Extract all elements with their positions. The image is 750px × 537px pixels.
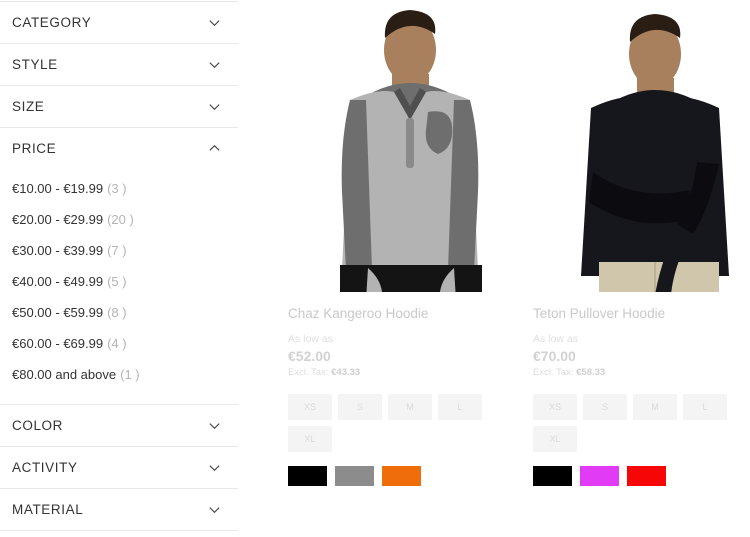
size-swatch-group: XS S M L XL — [288, 394, 510, 452]
size-swatch-s[interactable]: S — [583, 394, 627, 420]
product-grid-area: Chaz Kangeroo Hoodie As low as €52.00 Ex… — [238, 0, 750, 537]
filter-block-style: STYLE — [0, 43, 238, 85]
size-swatch-s[interactable]: S — [338, 394, 382, 420]
price-option[interactable]: €80.00 and above (1 ) — [12, 359, 238, 390]
chevron-down-icon[interactable] — [207, 99, 222, 114]
product-card: Chaz Kangeroo Hoodie As low as €52.00 Ex… — [288, 0, 533, 486]
product-image-teton-pullover-hoodie[interactable] — [533, 0, 750, 292]
as-low-as-label: As low as — [288, 333, 333, 345]
price-range-label: €60.00 - €69.99 — [12, 336, 104, 351]
chevron-down-icon[interactable] — [207, 15, 222, 30]
filter-header-color[interactable]: COLOR — [0, 405, 238, 446]
excl-tax-line: Excl. Tax: €43.33 — [288, 367, 533, 378]
filter-header-style[interactable]: STYLE — [0, 44, 238, 85]
filter-label-activity: ACTIVITY — [12, 460, 78, 475]
price-option[interactable]: €60.00 - €69.99 (4 ) — [12, 328, 238, 359]
price-option[interactable]: €40.00 - €49.99 (5 ) — [12, 266, 238, 297]
color-swatch-orange[interactable] — [382, 466, 421, 486]
color-swatch-red[interactable] — [627, 466, 666, 486]
filter-label-category: CATEGORY — [12, 15, 92, 30]
filter-label-material: MATERIAL — [12, 502, 84, 517]
size-swatch-m[interactable]: M — [633, 394, 677, 420]
chevron-down-icon[interactable] — [207, 460, 222, 475]
size-swatch-m[interactable]: M — [388, 394, 432, 420]
product-title[interactable]: Chaz Kangeroo Hoodie — [288, 306, 533, 321]
price-range-count: (4 ) — [107, 336, 127, 351]
color-swatch-gray[interactable] — [335, 466, 374, 486]
price-range-label: €50.00 - €59.99 — [12, 305, 104, 320]
excl-tax-value: €58.33 — [576, 367, 606, 378]
excl-tax-label: Excl. Tax: — [288, 367, 329, 378]
filter-label-size: SIZE — [12, 99, 45, 114]
price-option[interactable]: €50.00 - €59.99 (8 ) — [12, 297, 238, 328]
color-swatch-black[interactable] — [288, 466, 327, 486]
filter-label-price: PRICE — [12, 141, 57, 156]
product-image-chaz-kangeroo-hoodie[interactable] — [288, 0, 533, 292]
chevron-down-icon[interactable] — [207, 502, 222, 517]
filter-header-size[interactable]: SIZE — [0, 86, 238, 127]
price-range-label: €80.00 and above — [12, 367, 117, 382]
price-range-label: €10.00 - €19.99 — [12, 181, 104, 196]
filter-block-activity: ACTIVITY — [0, 446, 238, 488]
chevron-up-icon[interactable] — [207, 141, 222, 156]
price-range-count: (7 ) — [107, 243, 127, 258]
size-swatch-xl[interactable]: XL — [533, 426, 577, 452]
color-swatch-black[interactable] — [533, 466, 572, 486]
filter-header-price[interactable]: PRICE — [0, 128, 238, 169]
product-price: €52.00 — [288, 348, 331, 364]
filter-block-material: MATERIAL — [0, 488, 238, 531]
size-swatch-xs[interactable]: XS — [533, 394, 577, 420]
price-range-label: €20.00 - €29.99 — [12, 212, 104, 227]
excl-tax-line: Excl. Tax: €58.33 — [533, 367, 750, 378]
product-grid: Chaz Kangeroo Hoodie As low as €52.00 Ex… — [288, 0, 750, 486]
filter-header-category[interactable]: CATEGORY — [0, 2, 238, 43]
color-swatch-group — [533, 466, 750, 486]
excl-tax-value: €43.33 — [331, 367, 361, 378]
price-range-count: (5 ) — [107, 274, 127, 289]
filter-block-size: SIZE — [0, 85, 238, 127]
filter-block-category: CATEGORY — [0, 1, 238, 43]
price-range-count: (1 ) — [120, 367, 140, 382]
size-swatch-xs[interactable]: XS — [288, 394, 332, 420]
filter-label-style: STYLE — [12, 57, 58, 72]
filter-block-color: COLOR — [0, 404, 238, 446]
size-swatch-l[interactable]: L — [438, 394, 482, 420]
filter-label-color: COLOR — [12, 418, 64, 433]
price-option[interactable]: €30.00 - €39.99 (7 ) — [12, 235, 238, 266]
filter-sidebar: CATEGORY STYLE SIZE PRICE €10.00 - €19.9… — [0, 0, 238, 537]
color-swatch-magenta[interactable] — [580, 466, 619, 486]
price-option[interactable]: €20.00 - €29.99 (20 ) — [12, 204, 238, 235]
as-low-as-label: As low as — [533, 333, 578, 345]
size-swatch-xl[interactable]: XL — [288, 426, 332, 452]
filter-header-activity[interactable]: ACTIVITY — [0, 447, 238, 488]
product-card: Teton Pullover Hoodie As low as €70.00 E… — [533, 0, 750, 486]
product-listing-page: CATEGORY STYLE SIZE PRICE €10.00 - €19.9… — [0, 0, 750, 537]
chevron-down-icon[interactable] — [207, 57, 222, 72]
excl-tax-label: Excl. Tax: — [533, 367, 574, 378]
product-price: €70.00 — [533, 348, 576, 364]
price-range-label: €40.00 - €49.99 — [12, 274, 104, 289]
price-range-count: (20 ) — [107, 212, 134, 227]
filter-block-price: PRICE €10.00 - €19.99 (3 ) €20.00 - €29.9… — [0, 127, 238, 404]
size-swatch-group: XS S M L XL — [533, 394, 750, 452]
product-title[interactable]: Teton Pullover Hoodie — [533, 306, 750, 321]
size-swatch-l[interactable]: L — [683, 394, 727, 420]
price-range-count: (8 ) — [107, 305, 127, 320]
color-swatch-group — [288, 466, 533, 486]
price-range-label: €30.00 - €39.99 — [12, 243, 104, 258]
filter-header-material[interactable]: MATERIAL — [0, 489, 238, 530]
price-range-count: (3 ) — [107, 181, 127, 196]
price-filter-options: €10.00 - €19.99 (3 ) €20.00 - €29.99 (20 )… — [0, 169, 238, 404]
chevron-down-icon[interactable] — [207, 418, 222, 433]
price-option[interactable]: €10.00 - €19.99 (3 ) — [12, 173, 238, 204]
